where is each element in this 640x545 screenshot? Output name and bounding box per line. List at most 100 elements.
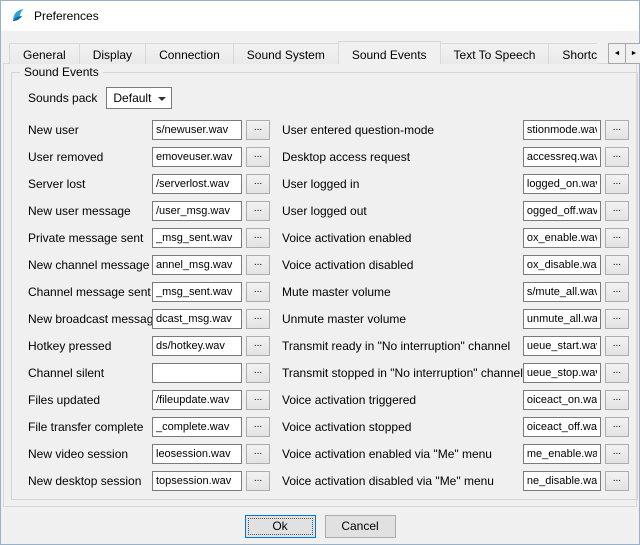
sound-file-input[interactable] — [152, 120, 242, 140]
sounds-pack-label: Sounds pack — [28, 91, 97, 105]
browse-button[interactable]: ... — [605, 282, 629, 302]
tab-text-to-speech[interactable]: Text To Speech — [440, 43, 550, 64]
sound-event-label: Desktop access request — [274, 150, 523, 164]
sound-event-column-right: User entered question-mode...Desktop acc… — [274, 117, 629, 495]
sound-event-label: User logged in — [274, 177, 523, 191]
sounds-pack-select[interactable]: Default — [106, 87, 172, 109]
sound-file-input[interactable] — [152, 471, 242, 491]
browse-button[interactable]: ... — [605, 201, 629, 221]
sound-event-label: Unmute master volume — [274, 312, 523, 326]
sound-file-input[interactable] — [152, 336, 242, 356]
sound-event-label: New desktop session — [20, 474, 152, 488]
sound-event-label: File transfer complete — [20, 420, 152, 434]
browse-button[interactable]: ... — [605, 363, 629, 383]
browse-button[interactable]: ... — [605, 390, 629, 410]
sound-file-input[interactable] — [523, 282, 601, 302]
browse-button[interactable]: ... — [246, 201, 270, 221]
sound-event-row: New desktop session... — [20, 468, 270, 494]
browse-button[interactable]: ... — [246, 417, 270, 437]
browse-button[interactable]: ... — [246, 471, 270, 491]
sound-event-row: User removed... — [20, 144, 270, 170]
sound-event-label: Voice activation disabled via "Me" menu — [274, 474, 523, 488]
sound-file-input[interactable] — [523, 336, 601, 356]
cancel-button[interactable]: Cancel — [325, 515, 396, 538]
sound-file-input[interactable] — [152, 147, 242, 167]
sound-file-input[interactable] — [152, 282, 242, 302]
sound-file-input[interactable] — [152, 417, 242, 437]
browse-button[interactable]: ... — [605, 255, 629, 275]
tab-scroll-left-button[interactable]: ◄ — [608, 43, 626, 64]
sound-file-input[interactable] — [152, 228, 242, 248]
browse-button[interactable]: ... — [605, 120, 629, 140]
browse-button[interactable]: ... — [246, 255, 270, 275]
tab-scroll-right-button[interactable]: ► — [625, 43, 640, 64]
sound-file-input[interactable] — [152, 390, 242, 410]
dialog-footer: Ok Cancel — [1, 507, 639, 545]
sound-file-input[interactable] — [523, 390, 601, 410]
sound-file-input[interactable] — [523, 444, 601, 464]
sound-event-row: Voice activation enabled via "Me" menu..… — [274, 441, 629, 467]
sound-event-row: Hotkey pressed... — [20, 333, 270, 359]
app-logo-icon — [10, 8, 26, 24]
browse-button[interactable]: ... — [246, 120, 270, 140]
sound-event-label: User logged out — [274, 204, 523, 218]
browse-button[interactable]: ... — [605, 444, 629, 464]
sound-file-input[interactable] — [152, 444, 242, 464]
sound-event-label: Transmit stopped in "No interruption" ch… — [274, 366, 523, 380]
sound-event-row: Transmit stopped in "No interruption" ch… — [274, 360, 629, 386]
sound-event-row: New user... — [20, 117, 270, 143]
browse-button[interactable]: ... — [605, 147, 629, 167]
browse-button[interactable]: ... — [246, 390, 270, 410]
browse-button[interactable]: ... — [246, 444, 270, 464]
sound-file-input[interactable] — [523, 417, 601, 437]
sound-event-row: Private message sent... — [20, 225, 270, 251]
sound-file-input[interactable] — [523, 309, 601, 329]
browse-button[interactable]: ... — [605, 417, 629, 437]
tab-sound-events[interactable]: Sound Events — [338, 41, 441, 64]
tab-connection[interactable]: Connection — [145, 43, 234, 64]
tab-display[interactable]: Display — [79, 43, 146, 64]
browse-button[interactable]: ... — [605, 174, 629, 194]
tab-sound-system[interactable]: Sound System — [233, 43, 339, 64]
sound-event-row: Voice activation triggered... — [274, 387, 629, 413]
sound-file-input[interactable] — [523, 174, 601, 194]
browse-button[interactable]: ... — [246, 309, 270, 329]
browse-button[interactable]: ... — [605, 471, 629, 491]
sound-event-row: File transfer complete... — [20, 414, 270, 440]
sound-event-label: New channel message — [20, 258, 152, 272]
sound-events-groupbox: Sound Events Sounds pack Default New use… — [11, 72, 638, 500]
browse-button[interactable]: ... — [246, 174, 270, 194]
sounds-pack-row: Sounds pack Default — [28, 87, 629, 109]
ok-button[interactable]: Ok — [245, 515, 316, 538]
sound-event-label: Voice activation disabled — [274, 258, 523, 272]
sound-file-input[interactable] — [152, 255, 242, 275]
tab-strip: GeneralDisplayConnectionSound SystemSoun… — [9, 41, 597, 64]
sound-event-row: Unmute master volume... — [274, 306, 629, 332]
browse-button[interactable]: ... — [605, 228, 629, 248]
sound-file-input[interactable] — [152, 201, 242, 221]
browse-button[interactable]: ... — [246, 147, 270, 167]
browse-button[interactable]: ... — [246, 282, 270, 302]
sound-file-input[interactable] — [523, 228, 601, 248]
browse-button[interactable]: ... — [605, 309, 629, 329]
sound-file-input[interactable] — [523, 363, 601, 383]
preferences-window: Preferences GeneralDisplayConnectionSoun… — [0, 0, 640, 545]
tab-shortcuts[interactable]: Shortcuts — [548, 43, 597, 64]
sound-event-label: Files updated — [20, 393, 152, 407]
sound-file-input[interactable] — [523, 201, 601, 221]
tab-general[interactable]: General — [9, 43, 80, 64]
browse-button[interactable]: ... — [246, 363, 270, 383]
sound-file-input[interactable] — [152, 363, 242, 383]
sound-event-row: New user message... — [20, 198, 270, 224]
groupbox-title: Sound Events — [20, 65, 103, 79]
browse-button[interactable]: ... — [246, 336, 270, 356]
sound-file-input[interactable] — [152, 174, 242, 194]
browse-button[interactable]: ... — [605, 336, 629, 356]
browse-button[interactable]: ... — [246, 228, 270, 248]
sound-file-input[interactable] — [523, 471, 601, 491]
sound-file-input[interactable] — [523, 255, 601, 275]
sound-event-row: Voice activation disabled via "Me" menu.… — [274, 468, 629, 494]
sound-file-input[interactable] — [152, 309, 242, 329]
sound-file-input[interactable] — [523, 120, 601, 140]
sound-file-input[interactable] — [523, 147, 601, 167]
